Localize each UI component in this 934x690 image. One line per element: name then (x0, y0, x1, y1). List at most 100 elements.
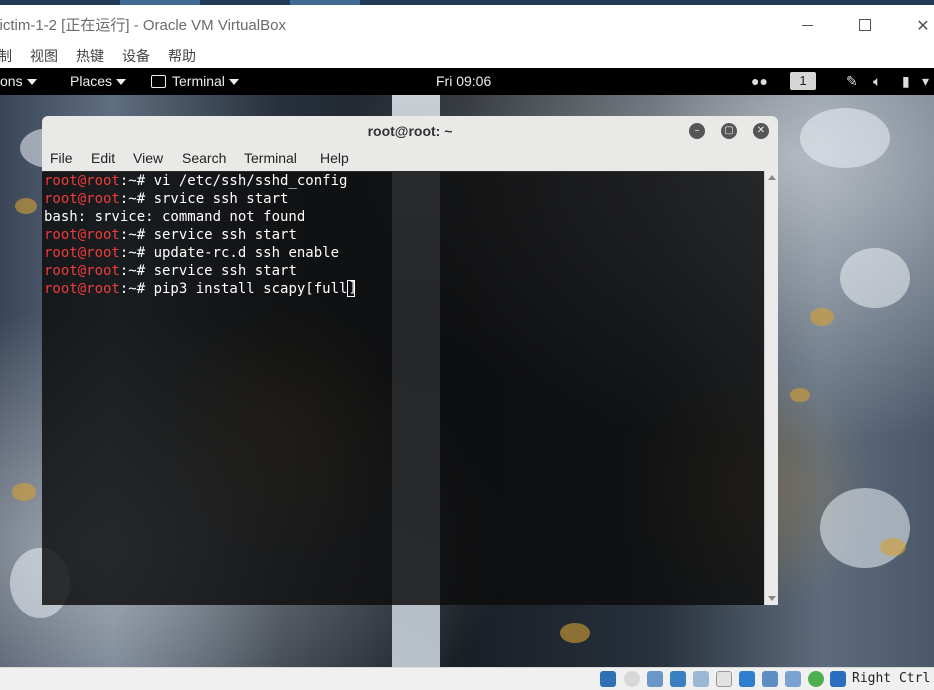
vbox-menu-hotkeys[interactable]: 热键 (76, 46, 104, 66)
wallpaper-tree (820, 488, 910, 568)
terminal-line: bash: srvice: command not found (44, 208, 305, 226)
menu-view[interactable]: View (133, 150, 163, 166)
command-text: pip3 install scapy[full (153, 281, 348, 297)
applications-label: ons (0, 73, 23, 89)
vbox-menu-help[interactable]: 帮助 (168, 46, 196, 66)
terminal-line: root@root:~# update-rc.d ssh enable (44, 244, 339, 262)
maximize-button[interactable] (842, 10, 888, 40)
host-key-label: Right Ctrl (852, 671, 931, 686)
network-icon[interactable] (670, 671, 686, 687)
vbox-title-bar: victim-1-2 [正在运行] - Oracle VM VirtualBox… (0, 5, 934, 41)
scroll-up-icon[interactable] (768, 175, 776, 180)
scroll-down-icon[interactable] (768, 596, 776, 601)
places-label: Places (70, 73, 113, 89)
minimize-button[interactable] (784, 10, 830, 40)
prompt-suffix: :~# (119, 227, 154, 243)
audio-icon[interactable] (647, 671, 663, 687)
wallpaper-tree (790, 388, 810, 402)
prompt-user: root@root (44, 263, 120, 279)
prompt-user: root@root (44, 173, 120, 189)
menu-edit[interactable]: Edit (91, 150, 115, 166)
command-text: srvice ssh start (153, 191, 289, 207)
minimize-icon (801, 24, 813, 26)
wallpaper-tree (560, 623, 590, 643)
usb-icon[interactable] (693, 671, 709, 687)
terminal-line: root@root:~# pip3 install scapy[full] (44, 280, 357, 298)
vbox-menu-bar: 制 视图 热键 设备 帮助 (0, 41, 934, 68)
recording-icon[interactable] (762, 671, 778, 687)
maximize-button[interactable]: ▢ (721, 123, 737, 139)
wallpaper-tree (15, 198, 37, 214)
chevron-down-icon (228, 79, 239, 86)
clock[interactable]: Fri 09:06 (436, 73, 491, 89)
terminal-menu-bar: File Edit View Search Terminal Help (42, 145, 778, 172)
prompt-suffix: :~# (119, 191, 154, 207)
text-cursor: ] (347, 280, 357, 297)
guest-desktop: ons Places Terminal Fri 09:06 ●● 1 ✎ 🔈︎ … (0, 68, 934, 667)
close-button[interactable]: ✕ (753, 123, 769, 139)
hard-disk-icon[interactable] (600, 671, 616, 687)
vbox-window-title: victim-1-2 [正在运行] - Oracle VM VirtualBox (0, 17, 286, 34)
optical-drive-icon[interactable] (624, 671, 640, 687)
prompt-user: root@root (44, 281, 120, 297)
wallpaper-tree (800, 108, 890, 168)
close-icon: ✕ (756, 125, 766, 136)
virtualization-icon[interactable] (785, 671, 801, 687)
menu-terminal[interactable]: Terminal (244, 150, 297, 166)
prompt-suffix: :~# (119, 281, 154, 297)
maximize-icon (859, 19, 871, 31)
close-button[interactable]: ✕ (900, 10, 934, 40)
wallpaper-tree (810, 308, 834, 326)
gnome-top-bar: ons Places Terminal Fri 09:06 ●● 1 ✎ 🔈︎ … (0, 68, 934, 95)
vbox-status-bar: Right Ctrl (0, 667, 934, 690)
places-menu[interactable]: Places (70, 73, 127, 89)
minimize-icon: – (694, 125, 700, 136)
chevron-down-icon[interactable]: ▾ (922, 73, 929, 90)
shared-folders-icon[interactable] (716, 671, 732, 687)
wallpaper-tree (880, 538, 906, 556)
command-text: update-rc.d ssh enable (153, 245, 340, 261)
menu-file[interactable]: File (50, 150, 73, 166)
prompt-user: root@root (44, 227, 120, 243)
terminal-line: root@root:~# service ssh start (44, 226, 297, 244)
applications-menu[interactable]: ons (0, 73, 37, 89)
minimize-button[interactable]: – (689, 123, 705, 139)
terminal-output[interactable]: root@root:~# vi /etc/ssh/sshd_config root… (42, 171, 764, 605)
terminal-icon (151, 74, 166, 88)
prompt-suffix: :~# (119, 245, 154, 261)
command-text: vi /etc/ssh/sshd_config (153, 173, 348, 189)
command-text: service ssh start (153, 227, 297, 243)
users-icon: ●● (751, 73, 768, 89)
terminal-title: root@root: ~ (367, 123, 453, 139)
wallpaper-tree (12, 483, 36, 501)
terminal-header-bar[interactable]: root@root: ~ – ▢ ✕ (42, 116, 778, 146)
close-icon: ✕ (916, 15, 930, 35)
display-icon[interactable] (739, 671, 755, 687)
volume-icon[interactable]: 🔈︎ (873, 73, 881, 90)
prompt-suffix: :~# (119, 263, 154, 279)
vbox-menu-devices[interactable]: 设备 (122, 46, 150, 66)
chevron-down-icon (26, 79, 37, 86)
tool-icon[interactable]: ✎ (846, 73, 858, 90)
terminal-app-menu[interactable]: Terminal (151, 73, 239, 89)
vbox-menu-view[interactable]: 视图 (30, 46, 58, 66)
vbox-menu-control[interactable]: 制 (0, 46, 12, 66)
maximize-icon: ▢ (724, 125, 734, 136)
terminal-window[interactable]: root@root: ~ – ▢ ✕ File Edit View Search… (42, 116, 778, 605)
terminal-line: root@root:~# service ssh start (44, 262, 297, 280)
chevron-down-icon (116, 79, 127, 86)
prompt-user: root@root (44, 191, 120, 207)
terminal-app-label: Terminal (172, 73, 225, 89)
command-text: service ssh start (153, 263, 297, 279)
prompt-user: root@root (44, 245, 120, 261)
mouse-integration-icon[interactable] (808, 671, 824, 687)
prompt-suffix: :~# (119, 173, 154, 189)
power-icon[interactable]: ▮ (902, 73, 910, 90)
menu-search[interactable]: Search (182, 150, 226, 166)
keyboard-icon[interactable] (830, 671, 846, 687)
terminal-line: root@root:~# vi /etc/ssh/sshd_config (44, 172, 347, 190)
workspace-indicator[interactable]: 1 (790, 72, 816, 90)
wallpaper-tree (840, 248, 910, 308)
menu-help[interactable]: Help (320, 150, 349, 166)
terminal-scrollbar[interactable] (764, 171, 778, 605)
